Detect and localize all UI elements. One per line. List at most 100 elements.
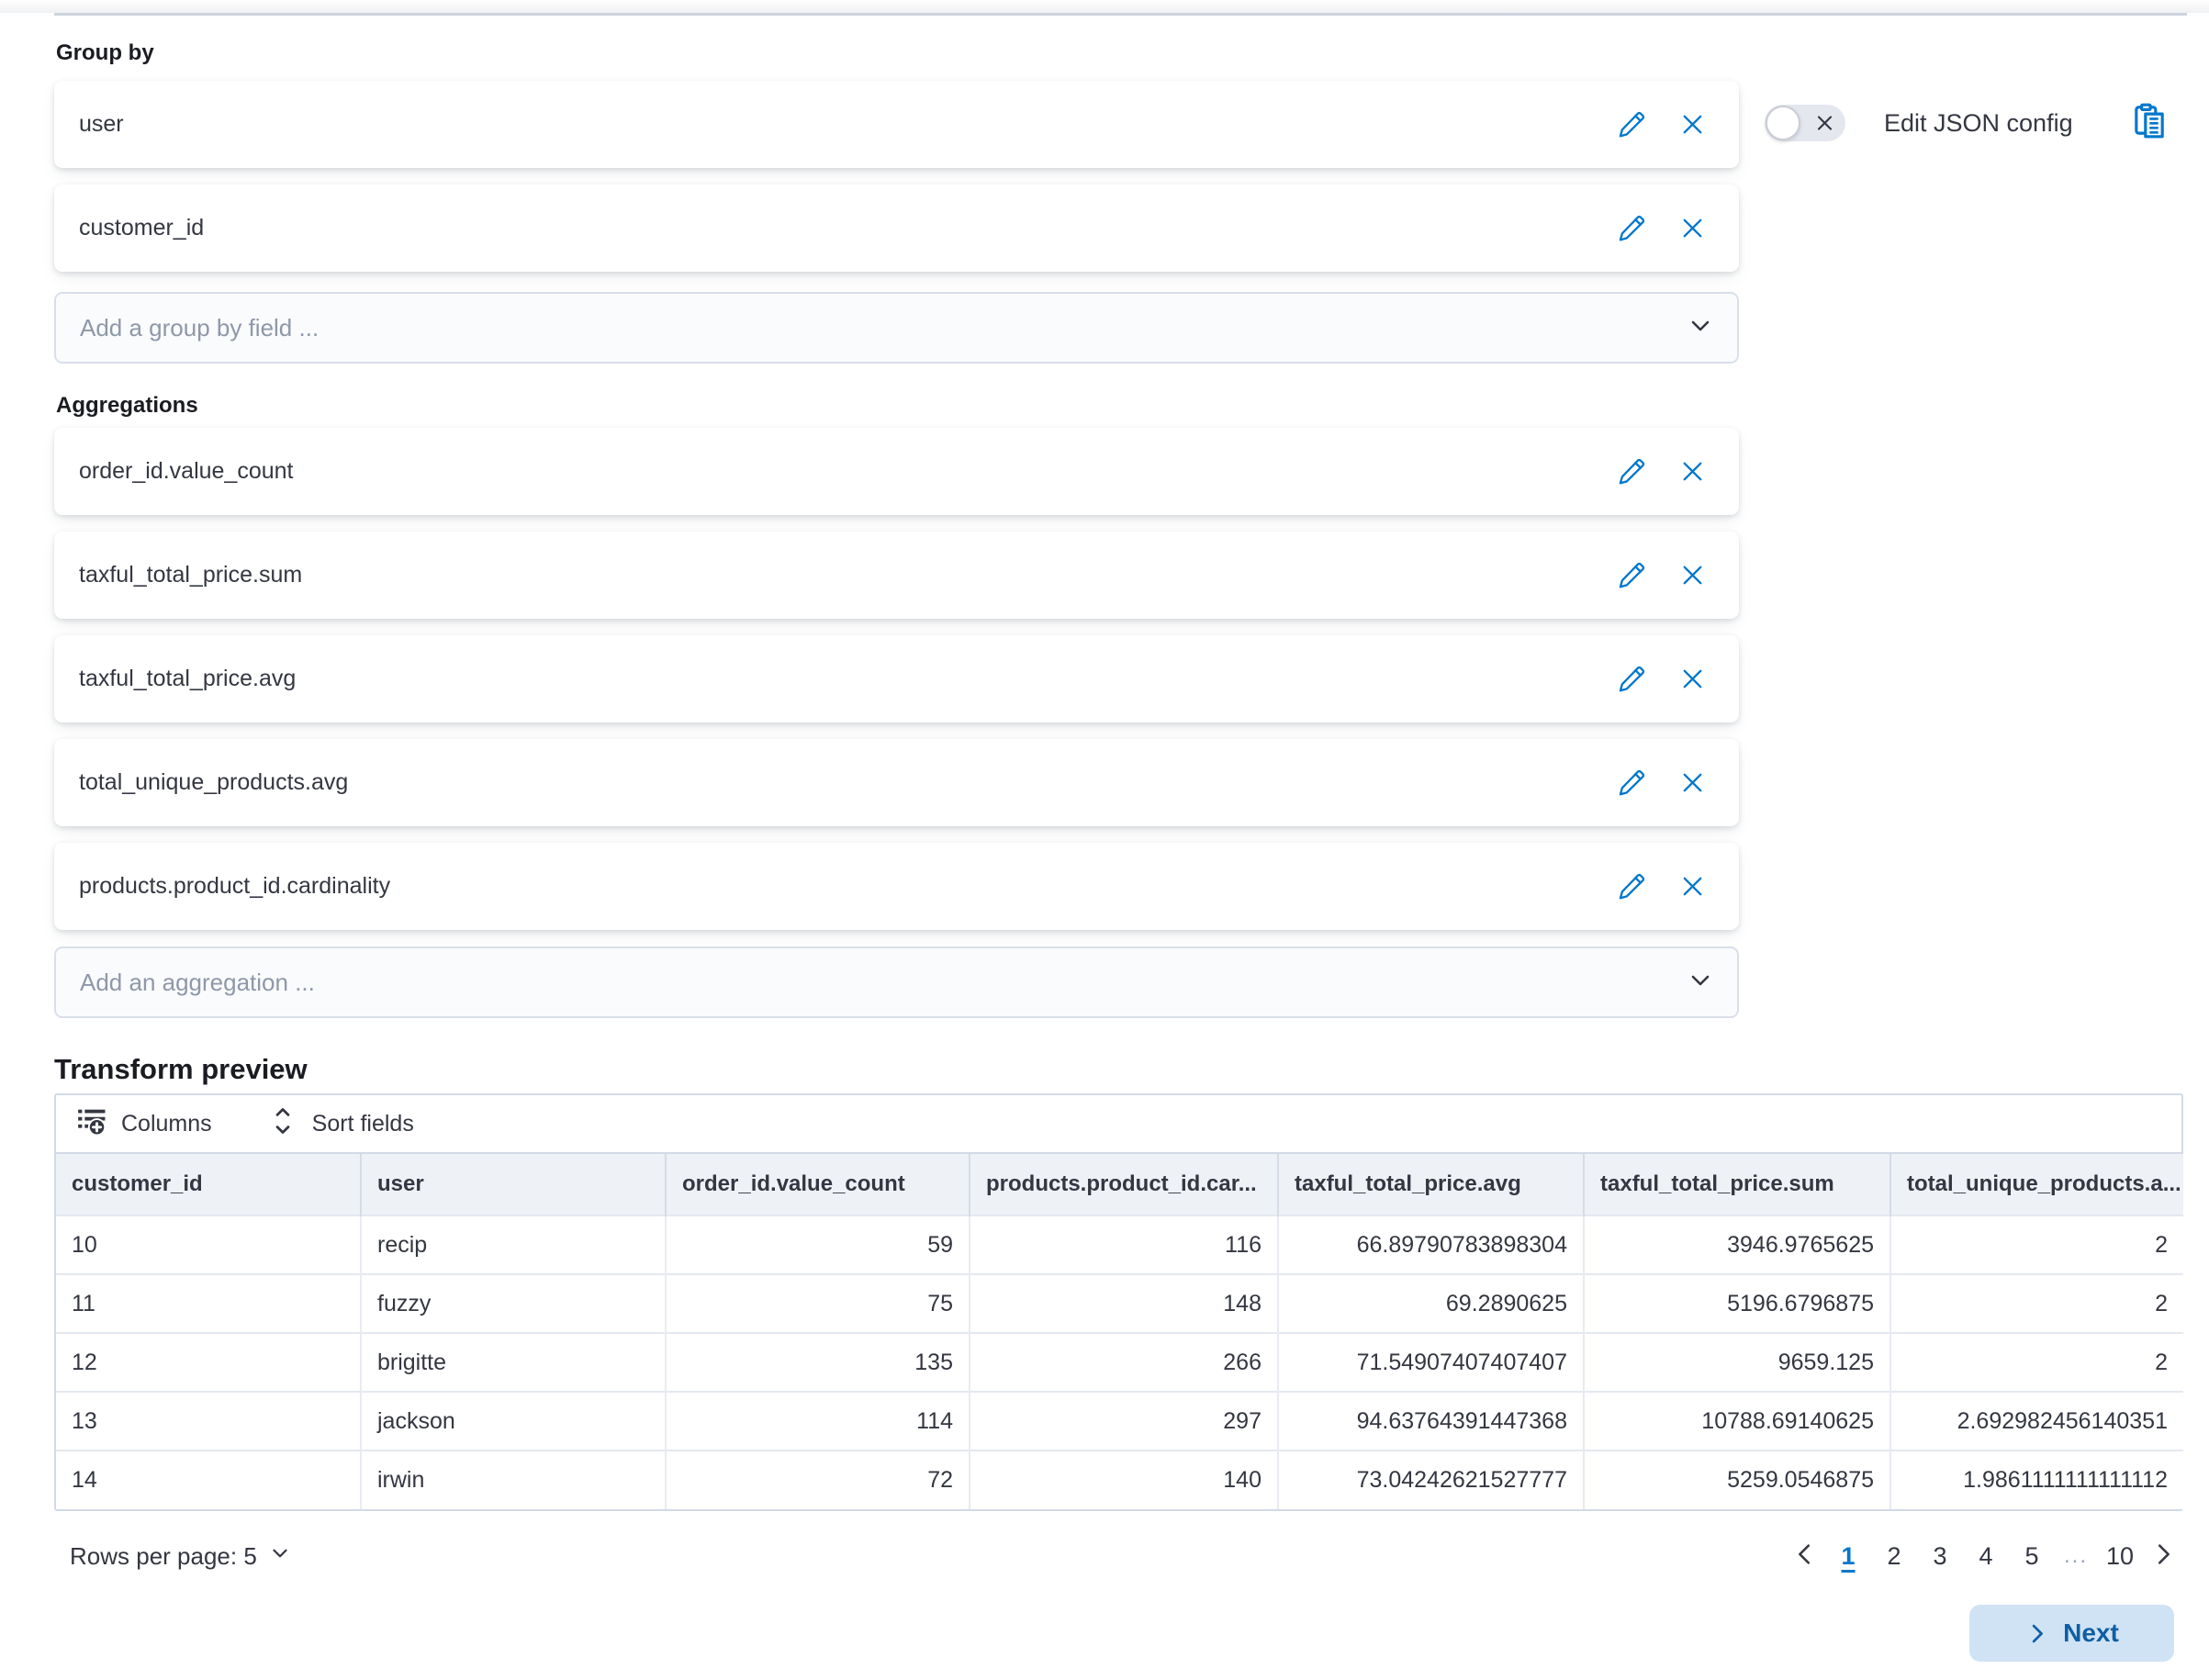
pagination-page-2[interactable]: 2 (1871, 1533, 1917, 1579)
table-cell: 135 (666, 1333, 970, 1392)
edit-pencil-icon[interactable] (1616, 456, 1647, 487)
table-cell: 140 (970, 1450, 1278, 1509)
card-actions (1616, 871, 1717, 902)
table-cell: 116 (970, 1215, 1278, 1274)
table-cell: 2 (1890, 1333, 2183, 1392)
pagination-page-10[interactable]: 10 (2097, 1533, 2143, 1579)
preview-header-row: customer_iduserorder_id.value_countprodu… (56, 1153, 2183, 1215)
previous-page-button[interactable] (1785, 1533, 1825, 1579)
column-header-taxful-total-price-sum[interactable]: taxful_total_price.sum (1584, 1153, 1890, 1215)
preview-table-footer: Rows per page: 5 12345...10 (54, 1529, 2183, 1583)
aggregation-field-card: taxful_total_price.sum (54, 532, 1739, 619)
aggregation-add-select[interactable]: Add an aggregation ... (54, 946, 1739, 1018)
table-cell: jackson (361, 1392, 666, 1450)
preview-data-grid: customer_iduserorder_id.value_countprodu… (56, 1152, 2183, 1509)
group-by-list: usercustomer_id (54, 81, 1739, 272)
table-cell: 73.04242621527777 (1278, 1450, 1584, 1509)
remove-x-icon[interactable] (1676, 767, 1708, 799)
aggregation-field-name: taxful_total_price.avg (79, 666, 1616, 692)
card-actions (1616, 560, 1717, 591)
chevron-right-icon (2149, 1540, 2177, 1573)
preview-table-body: 10recip5911666.897907838983043946.976562… (56, 1215, 2183, 1509)
aggregation-add-placeholder: Add an aggregation ... (80, 969, 315, 997)
edit-pencil-icon[interactable] (1616, 560, 1647, 591)
pagination-pages: 12345...10 (1825, 1533, 2143, 1579)
next-page-button[interactable] (2143, 1533, 2183, 1579)
chevron-down-icon (268, 1541, 292, 1572)
edit-pencil-icon[interactable] (1616, 109, 1647, 140)
column-header-products-product-id-car[interactable]: products.product_id.car... (970, 1153, 1278, 1215)
pagination-page-5[interactable]: 5 (2009, 1533, 2055, 1579)
card-actions (1616, 664, 1717, 695)
table-cell: recip (361, 1215, 666, 1274)
table-cell: irwin (361, 1450, 666, 1509)
transform-preview-table: Columns Sort fields customer_iduserorder… (54, 1093, 2183, 1511)
group-by-add-placeholder: Add a group by field ... (80, 314, 319, 342)
table-cell: 2.692982456140351 (1890, 1392, 2183, 1450)
card-actions (1616, 456, 1717, 487)
table-row: 13jackson11429794.6376439144736810788.69… (56, 1392, 2183, 1450)
top-scroll-shadow (0, 0, 2209, 13)
edit-pencil-icon[interactable] (1616, 871, 1647, 902)
table-cell: 13 (56, 1392, 361, 1450)
column-header-total-unique-products-a[interactable]: total_unique_products.a... (1890, 1153, 2183, 1215)
chevron-down-icon (1686, 311, 1715, 345)
table-cell: 14 (56, 1450, 361, 1509)
column-header-order-id-value-count[interactable]: order_id.value_count (666, 1153, 970, 1215)
table-cell: 148 (970, 1274, 1278, 1333)
edit-pencil-icon[interactable] (1616, 767, 1647, 799)
card-actions (1616, 213, 1717, 244)
table-cell: 297 (970, 1392, 1278, 1450)
toggle-knob (1766, 106, 1800, 140)
column-header-taxful-total-price-avg[interactable]: taxful_total_price.avg (1278, 1153, 1584, 1215)
table-cell: 9659.125 (1584, 1333, 1890, 1392)
pagination-page-4[interactable]: 4 (1963, 1533, 2009, 1579)
remove-x-icon[interactable] (1676, 456, 1708, 487)
group-by-field-name: user (79, 111, 1616, 138)
edit-json-config-controls: Edit JSON config (1765, 103, 2169, 143)
table-cell: 2 (1890, 1215, 2183, 1274)
clipboard-copy-icon (2130, 102, 2169, 145)
sort-fields-button[interactable]: Sort fields (267, 1105, 414, 1143)
aggregation-field-name: total_unique_products.avg (79, 769, 1616, 796)
table-cell: 66.89790783898304 (1278, 1215, 1584, 1274)
remove-x-icon[interactable] (1676, 213, 1708, 244)
rows-per-page-button[interactable]: Rows per page: 5 (54, 1541, 292, 1572)
columns-button-label: Columns (121, 1111, 212, 1137)
table-cell: 1.9861111111111112 (1890, 1450, 2183, 1509)
aggregation-field-card: total_unique_products.avg (54, 739, 1739, 826)
table-cell: 3946.9765625 (1584, 1215, 1890, 1274)
table-row: 12brigitte13526671.549074074074079659.12… (56, 1333, 2183, 1392)
edit-pencil-icon[interactable] (1616, 213, 1647, 244)
card-actions (1616, 109, 1717, 140)
aggregation-field-name: products.product_id.cardinality (79, 873, 1616, 900)
remove-x-icon[interactable] (1676, 664, 1708, 695)
pagination-page-3[interactable]: 3 (1917, 1533, 1963, 1579)
table-row: 11fuzzy7514869.28906255196.67968752 (56, 1274, 2183, 1333)
column-header-customer-id[interactable]: customer_id (56, 1153, 361, 1215)
remove-x-icon[interactable] (1676, 871, 1708, 902)
table-cell: 69.2890625 (1278, 1274, 1584, 1333)
edit-pencil-icon[interactable] (1616, 664, 1647, 695)
edit-json-toggle[interactable] (1765, 105, 1845, 141)
remove-x-icon[interactable] (1676, 560, 1708, 591)
copy-config-button[interactable] (2130, 102, 2169, 145)
next-step-button[interactable]: Next (1969, 1605, 2174, 1662)
table-cell: 75 (666, 1274, 970, 1333)
table-cell: brigitte (361, 1333, 666, 1392)
chevron-left-icon (1791, 1540, 1819, 1573)
group-by-add-select[interactable]: Add a group by field ... (54, 292, 1739, 364)
aggregation-field-name: taxful_total_price.sum (79, 562, 1616, 588)
sort-fields-button-label: Sort fields (312, 1111, 414, 1137)
table-cell: 94.63764391447368 (1278, 1392, 1584, 1450)
toggle-off-x-icon (1814, 113, 1835, 134)
table-row: 14irwin7214073.042426215277775259.054687… (56, 1450, 2183, 1509)
aggregation-field-name: order_id.value_count (79, 458, 1616, 485)
remove-x-icon[interactable] (1676, 109, 1708, 140)
table-cell: 11 (56, 1274, 361, 1333)
group-by-field-card: user (54, 81, 1739, 168)
column-header-user[interactable]: user (361, 1153, 666, 1215)
columns-button[interactable]: Columns (76, 1105, 212, 1143)
pagination-page-1[interactable]: 1 (1825, 1533, 1871, 1579)
table-cell: 5259.0546875 (1584, 1450, 1890, 1509)
